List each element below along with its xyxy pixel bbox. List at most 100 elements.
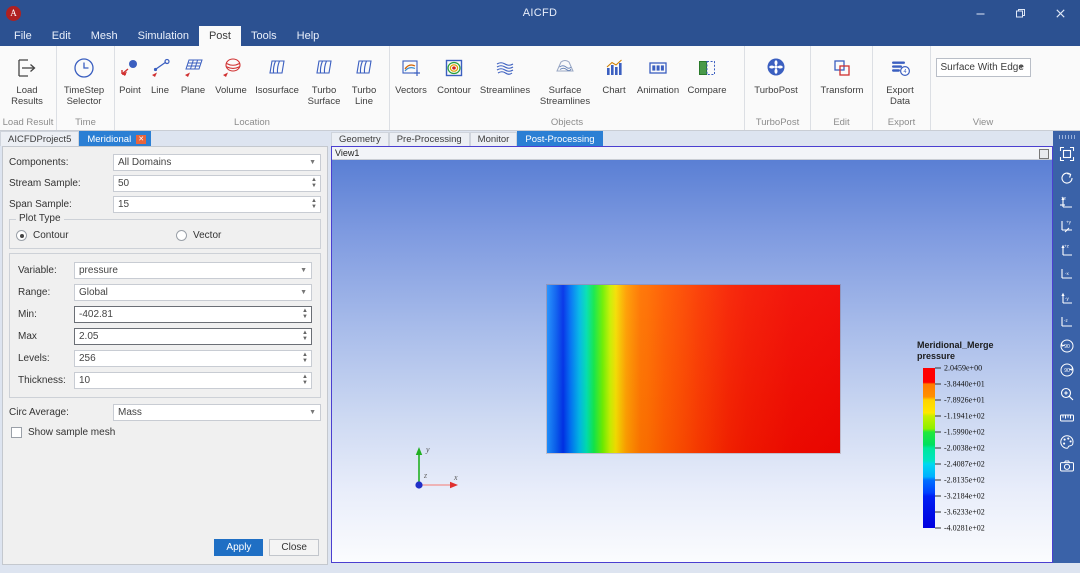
left-tab-project[interactable]: AICFDProject5 xyxy=(0,131,80,146)
checkbox-icon xyxy=(11,427,22,438)
tab-post-processing[interactable]: Post-Processing xyxy=(517,131,603,146)
point-button[interactable]: Point xyxy=(115,50,145,96)
line-button[interactable]: Line xyxy=(145,50,175,96)
spinner-icon[interactable]: ▲ ▼ xyxy=(300,373,310,388)
left-tab-meridional[interactable]: Meridional ✕ xyxy=(79,131,152,146)
stream-sample-value: 50 xyxy=(118,177,130,189)
tab-pre-processing[interactable]: Pre-Processing xyxy=(388,132,470,146)
range-select[interactable]: Global ▼ xyxy=(74,283,312,301)
tab-monitor[interactable]: Monitor xyxy=(469,132,518,146)
surface-streamlines-icon xyxy=(552,53,578,83)
tab-geometry[interactable]: Geometry xyxy=(331,132,389,146)
rotate-view-icon[interactable] xyxy=(1056,167,1077,188)
turbo-surface-button[interactable]: Turbo Surface xyxy=(303,50,345,107)
spinner-icon[interactable]: ▲ ▼ xyxy=(300,329,310,344)
menu-item-help[interactable]: Help xyxy=(287,26,330,46)
load-results-label: Load Results xyxy=(11,85,43,107)
ribbon-group-label-load-result: Load Result xyxy=(2,117,54,128)
menu-item-edit[interactable]: Edit xyxy=(42,26,81,46)
close-panel-button[interactable]: Close xyxy=(269,539,319,556)
variable-label: Variable: xyxy=(18,264,57,276)
window-title: AICFD xyxy=(522,7,558,19)
min-input[interactable]: -402.81 ▲ ▼ xyxy=(74,305,312,323)
view-plus-y-icon[interactable]: +y xyxy=(1056,215,1077,236)
menu-item-mesh[interactable]: Mesh xyxy=(81,26,128,46)
circ-average-label: Circ Average: xyxy=(9,406,69,418)
span-sample-row: Span Sample: 15 ▲ ▼ xyxy=(9,194,321,214)
close-icon[interactable]: ✕ xyxy=(136,134,147,144)
view-plus-x-icon[interactable]: +x xyxy=(1056,191,1077,212)
show-sample-mesh-checkbox[interactable]: Show sample mesh xyxy=(11,427,319,438)
ruler-icon[interactable] xyxy=(1056,407,1077,428)
viewport-frame: View1 y x z Meridional_Merge pressure 2.… xyxy=(331,146,1053,563)
span-sample-input[interactable]: 15 ▲ ▼ xyxy=(113,195,321,213)
close-button[interactable] xyxy=(1040,0,1080,26)
chevron-down-icon: ▼ xyxy=(309,408,316,416)
animation-button[interactable]: Animation xyxy=(632,50,684,96)
chart-button[interactable]: Chart xyxy=(596,50,632,96)
compare-button[interactable]: Compare xyxy=(684,50,730,96)
turbo-surface-icon xyxy=(311,53,337,83)
volume-button[interactable]: Volume xyxy=(211,50,251,96)
plane-label: Plane xyxy=(180,85,206,96)
levels-input[interactable]: 256 ▲ ▼ xyxy=(74,349,312,367)
max-input[interactable]: 2.05 ▲ ▼ xyxy=(74,327,312,345)
view-minus-z-icon[interactable]: -z xyxy=(1056,311,1077,332)
maximize-button[interactable] xyxy=(1000,0,1040,26)
plot-type-vector-option[interactable]: Vector xyxy=(176,230,221,241)
load-results-button[interactable]: Load Results xyxy=(0,50,54,107)
menu-item-post[interactable]: Post xyxy=(198,26,241,46)
view-plus-z-icon[interactable]: +z xyxy=(1056,239,1077,260)
variable-value: pressure xyxy=(79,264,118,276)
legend-tick: -1.1941e+02 xyxy=(935,412,985,421)
legend-tick-value: -1.5990e+02 xyxy=(944,427,985,437)
svg-text:z: z xyxy=(423,471,428,480)
menu-item-file[interactable]: File xyxy=(4,26,42,46)
viewport-canvas[interactable]: y x z Meridional_Merge pressure 2.0459e+… xyxy=(332,160,1052,562)
spinner-icon[interactable]: ▲ ▼ xyxy=(300,307,310,322)
plot-type-contour-option[interactable]: Contour xyxy=(16,230,176,241)
contour-button[interactable]: Contour xyxy=(432,50,476,96)
fit-view-icon[interactable] xyxy=(1056,143,1077,164)
palette-icon[interactable] xyxy=(1056,431,1077,452)
stream-sample-input[interactable]: 50 ▲ ▼ xyxy=(113,174,321,192)
transform-button[interactable]: Transform xyxy=(811,50,873,96)
contour-label: Contour xyxy=(437,85,471,96)
surface-streamlines-button[interactable]: Surface Streamlines xyxy=(534,50,596,107)
animation-label: Animation xyxy=(636,85,680,96)
variable-row: Variable: pressure ▼ xyxy=(18,260,312,280)
ribbon-group-turbopost: TurboPost TurboPost xyxy=(744,46,810,130)
variable-select[interactable]: pressure ▼ xyxy=(74,261,312,279)
camera-icon[interactable] xyxy=(1056,455,1077,476)
plane-button[interactable]: Plane xyxy=(175,50,211,96)
toolbar-grip-icon[interactable] xyxy=(1058,135,1075,139)
menu-item-tools[interactable]: Tools xyxy=(241,26,287,46)
rotate-ccw-90-icon[interactable]: 90 xyxy=(1056,335,1077,356)
circ-average-select[interactable]: Mass ▼ xyxy=(113,403,321,421)
turbopost-button[interactable]: TurboPost xyxy=(745,50,807,96)
ribbon-group-label-export: Export xyxy=(887,117,916,128)
timestep-selector-button[interactable]: TimeStep Selector xyxy=(57,50,111,107)
viewport-maximize-icon[interactable] xyxy=(1039,148,1049,159)
apply-button[interactable]: Apply xyxy=(214,539,264,556)
export-data-button[interactable]: 4 Export Data xyxy=(873,50,927,107)
streamlines-button[interactable]: Streamlines xyxy=(476,50,534,96)
isosurface-button[interactable]: Isosurface xyxy=(251,50,303,96)
menu-item-simulation[interactable]: Simulation xyxy=(128,26,199,46)
zoom-box-icon[interactable] xyxy=(1056,383,1077,404)
thickness-input[interactable]: 10 ▲ ▼ xyxy=(74,371,312,389)
vectors-button[interactable]: Vectors xyxy=(390,50,432,96)
spinner-icon[interactable]: ▲ ▼ xyxy=(309,197,319,212)
view-mode-select[interactable]: Surface With Edge ▼ xyxy=(935,58,1031,77)
components-select[interactable]: All Domains ▼ xyxy=(113,153,321,171)
view-minus-y-icon[interactable]: -y xyxy=(1056,287,1077,308)
turbo-surface-label: Turbo Surface xyxy=(307,85,341,107)
legend-tick: 2.0459e+00 xyxy=(935,364,982,373)
rotate-cw-90-icon[interactable]: 90 xyxy=(1056,359,1077,380)
view-minus-x-icon[interactable]: -x xyxy=(1056,263,1077,284)
max-label: Max xyxy=(18,330,37,342)
turbo-line-button[interactable]: Turbo Line xyxy=(345,50,383,107)
spinner-icon[interactable]: ▲ ▼ xyxy=(300,351,310,366)
spinner-icon[interactable]: ▲ ▼ xyxy=(309,176,319,191)
minimize-button[interactable] xyxy=(960,0,1000,26)
